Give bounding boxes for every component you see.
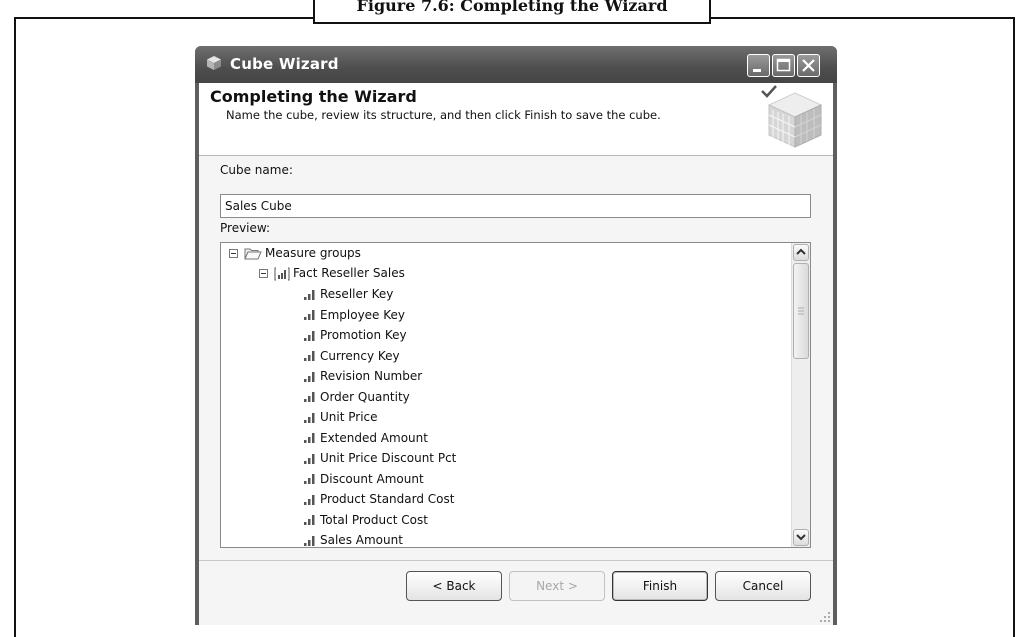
window-title: Cube Wizard	[230, 55, 339, 73]
chevron-up-icon	[796, 248, 806, 255]
tree-node-measure[interactable]: Discount Amount	[303, 469, 424, 489]
measure-icon	[304, 474, 315, 484]
frame-top-right-rule	[710, 17, 1015, 19]
measure-icon	[304, 392, 315, 402]
collapse-icon[interactable]	[259, 269, 268, 278]
cube-name-input[interactable]	[220, 194, 811, 218]
tree-node-label: Order Quantity	[320, 389, 410, 404]
tree-node-label: Promotion Key	[320, 328, 407, 342]
finish-button[interactable]: Finish	[612, 571, 708, 601]
tree-node-label: Revision Number	[320, 369, 423, 383]
folder-open-icon	[244, 248, 262, 259]
tree-node-label: Total Product Cost	[320, 512, 428, 527]
tree-node-measure[interactable]: Revision Number	[303, 366, 422, 386]
tree-node-measure-groups[interactable]: Measure groups	[229, 243, 361, 263]
frame-left-rule	[14, 17, 16, 637]
minimize-icon	[753, 69, 761, 72]
tree-node-measure[interactable]: Reseller Key	[303, 284, 393, 304]
scroll-thumb[interactable]	[793, 263, 809, 359]
cube-app-icon	[207, 56, 221, 70]
measure-icon	[304, 515, 315, 525]
tree-node-label: Measure groups	[265, 246, 361, 260]
tree-node-label: Reseller Key	[320, 287, 394, 301]
maximize-icon	[776, 58, 791, 72]
measure-icon	[304, 289, 315, 300]
footer-separator	[199, 560, 833, 561]
tree-node-measure[interactable]: Employee Key	[303, 305, 405, 325]
tree-node-measure[interactable]: Sales Amount	[303, 530, 403, 547]
measure-icon	[304, 330, 315, 341]
resize-grip-icon[interactable]	[819, 611, 831, 623]
scroll-up-button[interactable]	[793, 244, 809, 261]
tree-node-label: Sales Amount	[320, 533, 403, 547]
cube-wizard-window: Cube Wizard Completing the Wizard Name t…	[195, 46, 837, 625]
tree-node-label: Extended Amount	[320, 430, 428, 445]
measure-icon	[304, 371, 315, 382]
measure-icon	[304, 494, 315, 505]
tree-node-label: Product Standard Cost	[320, 492, 455, 506]
tree-node-measure[interactable]: Currency Key	[303, 346, 400, 366]
tree-node-fact-reseller-sales[interactable]: Fact Reseller Sales	[259, 263, 405, 283]
cube-name-label: Cube name:	[220, 163, 293, 177]
tree-node-measure[interactable]: Unit Price Discount Pct	[303, 448, 456, 468]
tree-node-measure[interactable]: Promotion Key	[303, 325, 407, 345]
tree-node-label: Discount Amount	[320, 471, 424, 486]
tree-node-label: Fact Reseller Sales	[293, 266, 405, 280]
frame-right-rule	[1013, 17, 1015, 637]
measure-icon	[304, 412, 315, 423]
close-icon	[802, 59, 815, 72]
title-bar[interactable]: Cube Wizard	[195, 46, 837, 83]
minimize-button[interactable]	[747, 54, 770, 77]
tree-node-label: Unit Price	[320, 410, 378, 424]
preview-label: Preview:	[220, 221, 271, 235]
frame-top-left-rule	[14, 17, 314, 19]
measure-icon	[304, 433, 315, 443]
wizard-header: Completing the Wizard Name the cube, rev…	[199, 83, 833, 156]
cancel-button[interactable]: Cancel	[715, 571, 811, 601]
tree-node-measure[interactable]: Unit Price	[303, 407, 378, 427]
back-button[interactable]: < Back	[406, 571, 502, 601]
page-title: Completing the Wizard	[210, 87, 417, 106]
close-button[interactable]	[797, 54, 820, 77]
measure-group-icon	[274, 267, 290, 280]
tree-node-label: Currency Key	[320, 348, 400, 363]
tree-node-measure[interactable]: Total Product Cost	[303, 510, 428, 530]
tree-node-measure[interactable]: Order Quantity	[303, 387, 410, 407]
wizard-client-area: Completing the Wizard Name the cube, rev…	[199, 83, 833, 625]
maximize-button[interactable]	[772, 54, 795, 77]
vertical-scrollbar[interactable]	[791, 243, 810, 547]
tree-node-label: Employee Key	[320, 307, 406, 322]
collapse-icon[interactable]	[229, 249, 238, 258]
measure-icon	[304, 453, 315, 464]
next-button[interactable]: Next >	[509, 571, 605, 601]
measure-icon	[304, 351, 315, 361]
cube-checkmark-icon	[761, 85, 823, 148]
figure-caption: Figure 7.6: Completing the Wizard	[313, 0, 711, 24]
grip-lines-icon	[798, 307, 804, 315]
measure-icon	[304, 310, 315, 320]
measure-icon	[304, 535, 315, 546]
tree-node-label: Unit Price Discount Pct	[320, 451, 457, 465]
scroll-down-button[interactable]	[793, 529, 809, 546]
chevron-down-icon	[796, 534, 806, 541]
tree-node-measure[interactable]: Extended Amount	[303, 428, 428, 448]
tree-node-measure[interactable]: Product Standard Cost	[303, 489, 454, 509]
page-subtitle: Name the cube, review its structure, and…	[226, 108, 661, 122]
preview-tree[interactable]: Measure groups Fact Reseller Sales Resel…	[220, 242, 811, 548]
